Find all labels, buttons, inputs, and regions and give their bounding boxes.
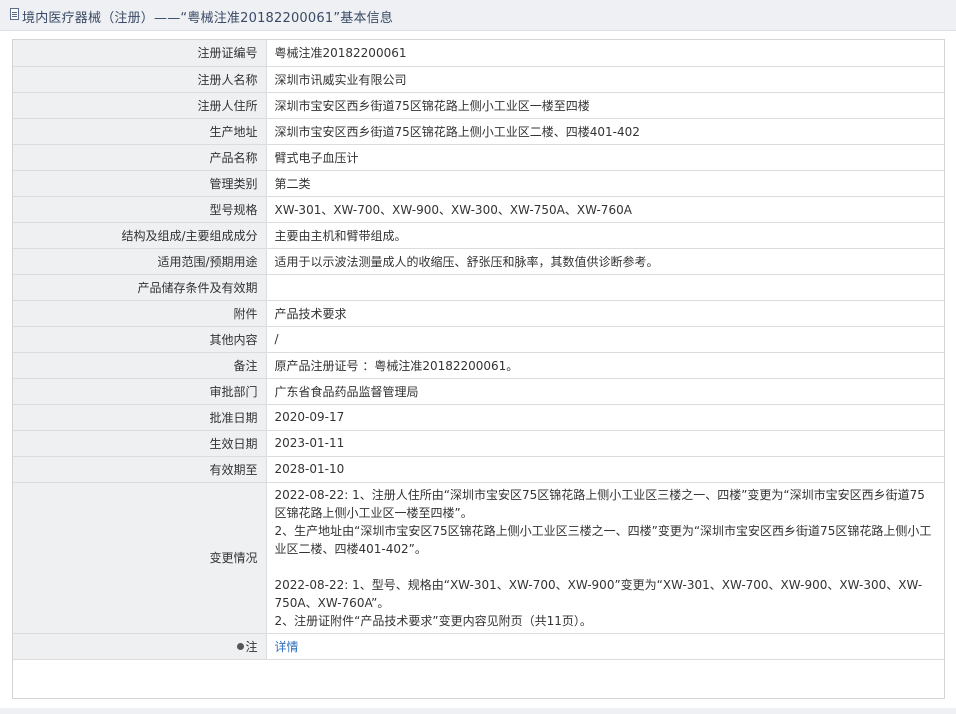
- table-row: 有效期至 2028-01-10: [13, 455, 944, 483]
- field-label: 结构及组成/主要组成成分: [13, 221, 267, 249]
- note-value: 详情: [265, 632, 944, 660]
- field-value: 粤械注准20182200061: [265, 40, 944, 67]
- change-history-row: 变更情况 2022-08-22: 1、注册人住所由“深圳市宝安区75区锦花路上侧小…: [13, 481, 944, 634]
- table-row: 审批部门 广东省食品药品监督管理局: [13, 377, 944, 405]
- bottom-strip: [0, 708, 956, 714]
- field-label: 管理类别: [13, 169, 267, 197]
- info-panel: 注册证编号 粤械注准20182200061 注册人名称 深圳市讯威实业有限公司 注册人住…: [12, 39, 945, 699]
- field-value: 适用于以示波法测量成人的收缩压、舒张压和脉率，其数值供诊断参考。: [265, 247, 944, 275]
- change-line: 2022-08-22: 1、注册人住所由“深圳市宝安区75区锦花路上侧小工业区三…: [274, 487, 925, 520]
- change-line: 2022-08-22: 1、型号、规格由“XW-301、XW-700、XW-90…: [274, 577, 923, 610]
- field-value: 深圳市讯威实业有限公司: [265, 65, 944, 93]
- pin-icon: [237, 642, 245, 650]
- table-row: 型号规格 XW-301、XW-700、XW-900、XW-300、XW-750A、…: [13, 195, 944, 223]
- field-label: 审批部门: [13, 377, 267, 405]
- note-label: 注: [245, 639, 258, 654]
- field-label: 批准日期: [13, 403, 267, 431]
- table-row: 其他内容 /: [13, 325, 944, 353]
- change-history-label: 变更情况: [13, 481, 267, 634]
- details-link[interactable]: 详情: [275, 640, 299, 654]
- field-value: 第二类: [265, 169, 944, 197]
- field-label: 备注: [13, 351, 267, 379]
- table-row: 产品储存条件及有效期: [13, 273, 944, 301]
- field-label: 注册人名称: [13, 65, 267, 93]
- table-row: 附件 产品技术要求: [13, 299, 944, 327]
- field-label: 注册证编号: [13, 40, 267, 67]
- change-history-value: 2022-08-22: 1、注册人住所由“深圳市宝安区75区锦花路上侧小工业区三…: [265, 481, 944, 634]
- field-label: 产品名称: [13, 143, 267, 171]
- field-label: 生产地址: [13, 117, 267, 145]
- field-label: 附件: [13, 299, 267, 327]
- table-row: 生效日期 2023-01-11: [13, 429, 944, 457]
- table-row: 注册人住所 深圳市宝安区西乡街道75区锦花路上侧小工业区一楼至四楼: [13, 91, 944, 119]
- field-label: 注册人住所: [13, 91, 267, 119]
- info-table: 注册证编号 粤械注准20182200061 注册人名称 深圳市讯威实业有限公司 注册人住…: [13, 40, 944, 660]
- field-value: /: [265, 325, 944, 353]
- field-value: 2023-01-11: [265, 429, 944, 457]
- note-label-cell: 注: [13, 632, 267, 660]
- table-row: 适用范围/预期用途 适用于以示波法测量成人的收缩压、舒张压和脉率，其数值供诊断参考…: [13, 247, 944, 275]
- table-row: 备注 原产品注册证号 ：粤械注准20182200061。: [13, 351, 944, 379]
- field-value: 主要由主机和臂带组成。: [265, 221, 944, 249]
- field-value: [265, 273, 944, 301]
- field-value: 深圳市宝安区西乡街道75区锦花路上侧小工业区一楼至四楼: [265, 91, 944, 119]
- table-row: 管理类别 第二类: [13, 169, 944, 197]
- field-label: 适用范围/预期用途: [13, 247, 267, 275]
- table-row: 生产地址 深圳市宝安区西乡街道75区锦花路上侧小工业区二楼、四楼401-402: [13, 117, 944, 145]
- field-label: 产品储存条件及有效期: [13, 273, 267, 301]
- page-header: 境内医疗器械（注册）——“粤械注准20182200061”基本信息: [0, 0, 956, 31]
- document-icon: [10, 8, 19, 20]
- note-row: 注 详情: [13, 632, 944, 660]
- table-row: 注册证编号 粤械注准20182200061: [13, 40, 944, 67]
- field-value: 2028-01-10: [265, 455, 944, 483]
- change-line: 2、注册证附件“产品技术要求”变更内容见附页（共11页）。: [274, 613, 592, 628]
- change-spacer: [275, 558, 937, 576]
- field-value: 2020-09-17: [265, 403, 944, 431]
- change-line: 2、生产地址由“深圳市宝安区75区锦花路上侧小工业区三楼之一、四楼”变更为“深圳…: [274, 523, 932, 556]
- field-value: 深圳市宝安区西乡街道75区锦花路上侧小工业区二楼、四楼401-402: [265, 117, 944, 145]
- field-label: 其他内容: [13, 325, 267, 353]
- table-row: 结构及组成/主要组成成分 主要由主机和臂带组成。: [13, 221, 944, 249]
- field-label: 生效日期: [13, 429, 267, 457]
- field-value: 原产品注册证号 ：粤械注准20182200061。: [265, 351, 944, 379]
- field-label: 型号规格: [13, 195, 267, 223]
- page-title: 境内医疗器械（注册）——“粤械注准20182200061”基本信息: [22, 11, 394, 26]
- field-value: 产品技术要求: [265, 299, 944, 327]
- table-row: 注册人名称 深圳市讯威实业有限公司: [13, 65, 944, 93]
- field-value: 臂式电子血压计: [265, 143, 944, 171]
- table-row: 产品名称 臂式电子血压计: [13, 143, 944, 171]
- table-row: 批准日期 2020-09-17: [13, 403, 944, 431]
- field-value: 广东省食品药品监督管理局: [265, 377, 944, 405]
- field-value: XW-301、XW-700、XW-900、XW-300、XW-750A、XW-7…: [265, 195, 944, 223]
- field-label: 有效期至: [13, 455, 267, 483]
